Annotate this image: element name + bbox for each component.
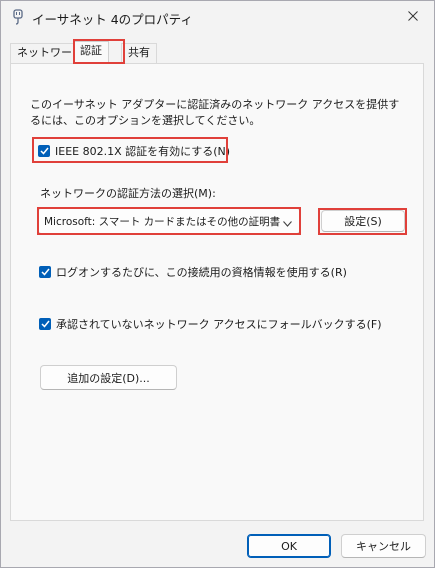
tab-sharing[interactable]: 共有 <box>121 43 157 63</box>
dialog-footer: OK キャンセル <box>1 521 434 567</box>
authentication-panel <box>10 63 424 521</box>
fallback-row[interactable]: 承認されていないネットワーク アクセスにフォールバックする(F) <box>39 316 382 332</box>
enable-8021x-checkbox[interactable] <box>38 145 50 157</box>
remember-credentials-checkbox[interactable] <box>39 266 51 278</box>
checkmark-icon <box>39 147 49 155</box>
title-bar: イーサネット 4のプロパティ <box>1 1 434 33</box>
close-icon <box>408 10 418 24</box>
auth-method-value: Microsoft: スマート カードまたはその他の証明書 (E <box>44 215 282 228</box>
close-button[interactable] <box>392 1 434 33</box>
chevron-down-icon <box>283 217 292 230</box>
additional-settings-button[interactable]: 追加の設定(D)... <box>40 365 177 390</box>
fallback-label: 承認されていないネットワーク アクセスにフォールバックする(F) <box>56 318 382 331</box>
auth-method-select[interactable]: Microsoft: スマート カードまたはその他の証明書 (E <box>38 208 300 234</box>
tab-authentication[interactable]: 認証 <box>73 41 109 64</box>
description-text: このイーサネット アダプターに認証済みのネットワーク アクセスを提供するには、こ… <box>30 98 400 127</box>
auth-method-label: ネットワークの認証方法の選択(M): <box>40 187 216 200</box>
settings-button[interactable]: 設定(S) <box>321 210 405 232</box>
network-adapter-icon <box>12 9 24 25</box>
remember-credentials-label: ログオンするたびに、この接続用の資格情報を使用する(R) <box>56 266 347 279</box>
cancel-button[interactable]: キャンセル <box>341 534 426 558</box>
fallback-checkbox[interactable] <box>39 318 51 330</box>
properties-dialog: イーサネット 4のプロパティ ネットワーク 認証 共有 このイーサネット アダプ… <box>0 0 435 568</box>
remember-credentials-row[interactable]: ログオンするたびに、この接続用の資格情報を使用する(R) <box>39 264 347 280</box>
checkmark-icon <box>40 268 50 276</box>
ok-button[interactable]: OK <box>247 534 331 558</box>
checkmark-icon <box>40 320 50 328</box>
enable-8021x-row[interactable]: IEEE 802.1X 認証を有効にする(N) <box>38 143 230 159</box>
enable-8021x-label: IEEE 802.1X 認証を有効にする(N) <box>55 145 231 158</box>
window-title: イーサネット 4のプロパティ <box>32 12 193 27</box>
